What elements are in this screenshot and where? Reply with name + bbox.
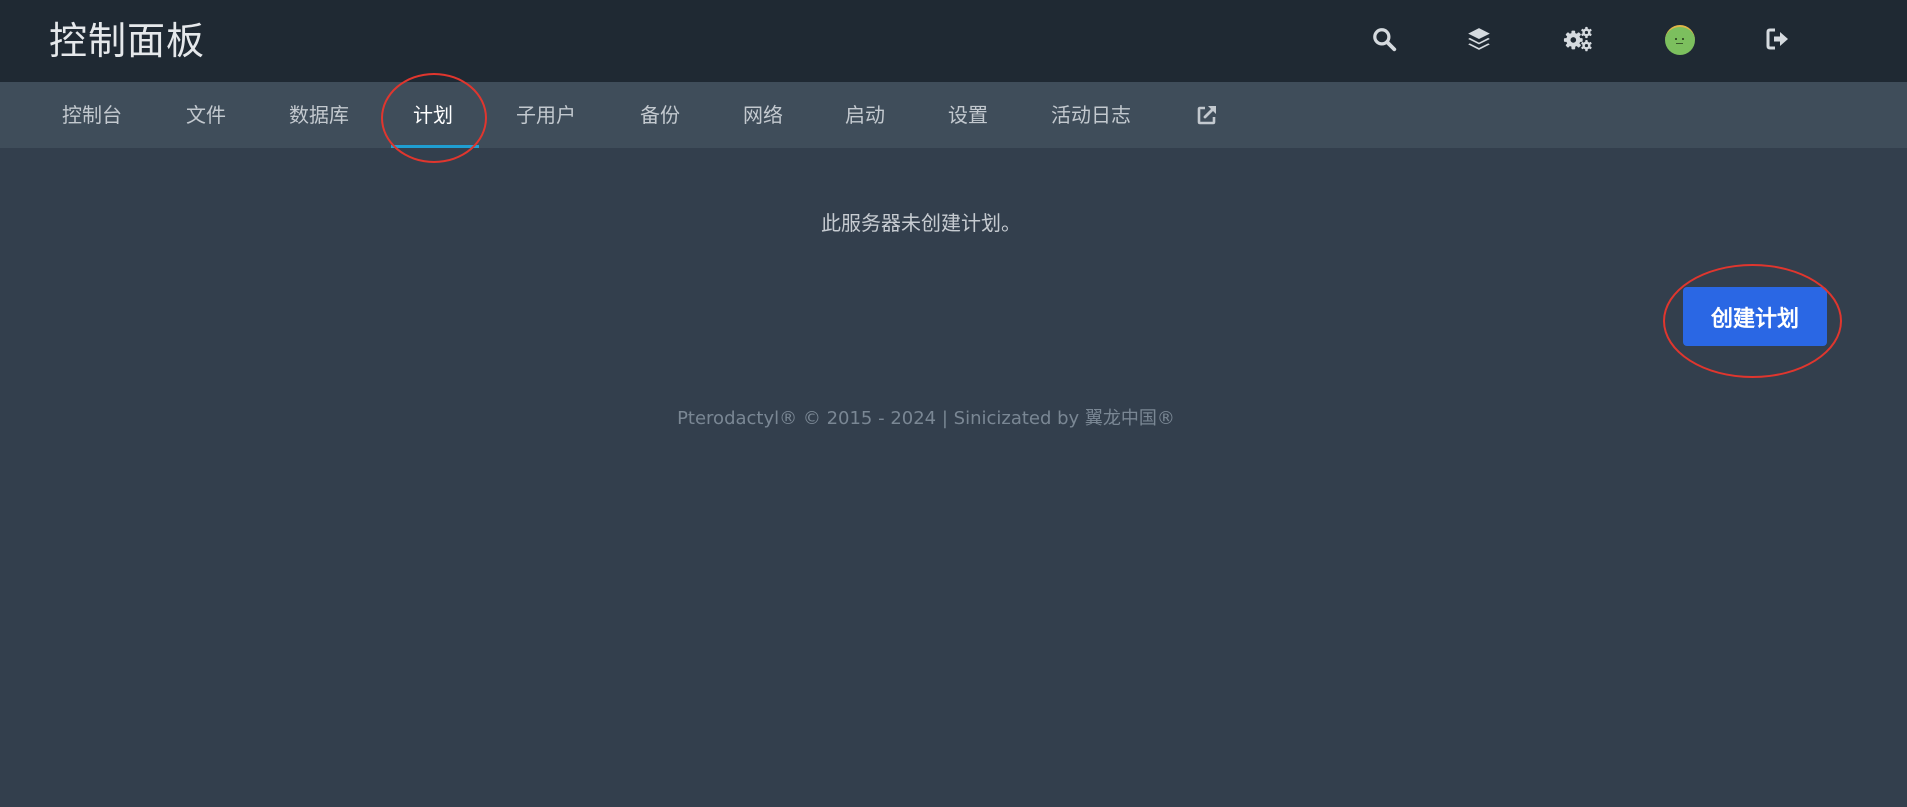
logout-icon[interactable] (1763, 24, 1793, 54)
layers-icon[interactable] (1464, 24, 1494, 54)
avatar[interactable] (1665, 25, 1695, 55)
footer-text: Pterodactyl® © 2015 - 2024 | Sinicizated… (677, 408, 1175, 429)
tab-schedules[interactable]: 计划 (413, 82, 453, 148)
tab-subusers[interactable]: 子用户 (516, 82, 576, 148)
avatar-eye-right (1682, 38, 1684, 40)
tab-files[interactable]: 文件 (186, 82, 226, 148)
avatar-eye-left (1675, 38, 1677, 40)
avatar-mouth (1676, 43, 1683, 44)
cogs-icon[interactable] (1563, 24, 1593, 54)
tab-startup[interactable]: 启动 (845, 82, 885, 148)
external-link-icon[interactable] (1196, 104, 1218, 128)
tab-console[interactable]: 控制台 (62, 82, 122, 148)
tab-network[interactable]: 网络 (743, 82, 783, 148)
app-title[interactable]: 控制面板 (49, 18, 205, 64)
create-schedule-button[interactable]: 创建计划 (1683, 287, 1827, 346)
server-nav: 控制台 文件 数据库 计划 子用户 备份 网络 启动 设置 活动日志 (0, 82, 1907, 148)
empty-state-message: 此服务器未创建计划。 (821, 211, 1021, 235)
tab-activity-log[interactable]: 活动日志 (1051, 82, 1131, 148)
active-tab-indicator (391, 145, 479, 148)
search-icon[interactable] (1369, 24, 1399, 54)
tab-settings[interactable]: 设置 (948, 82, 988, 148)
tab-databases[interactable]: 数据库 (289, 82, 349, 148)
tab-backups[interactable]: 备份 (640, 82, 680, 148)
top-bar: 控制面板 (0, 0, 1907, 82)
